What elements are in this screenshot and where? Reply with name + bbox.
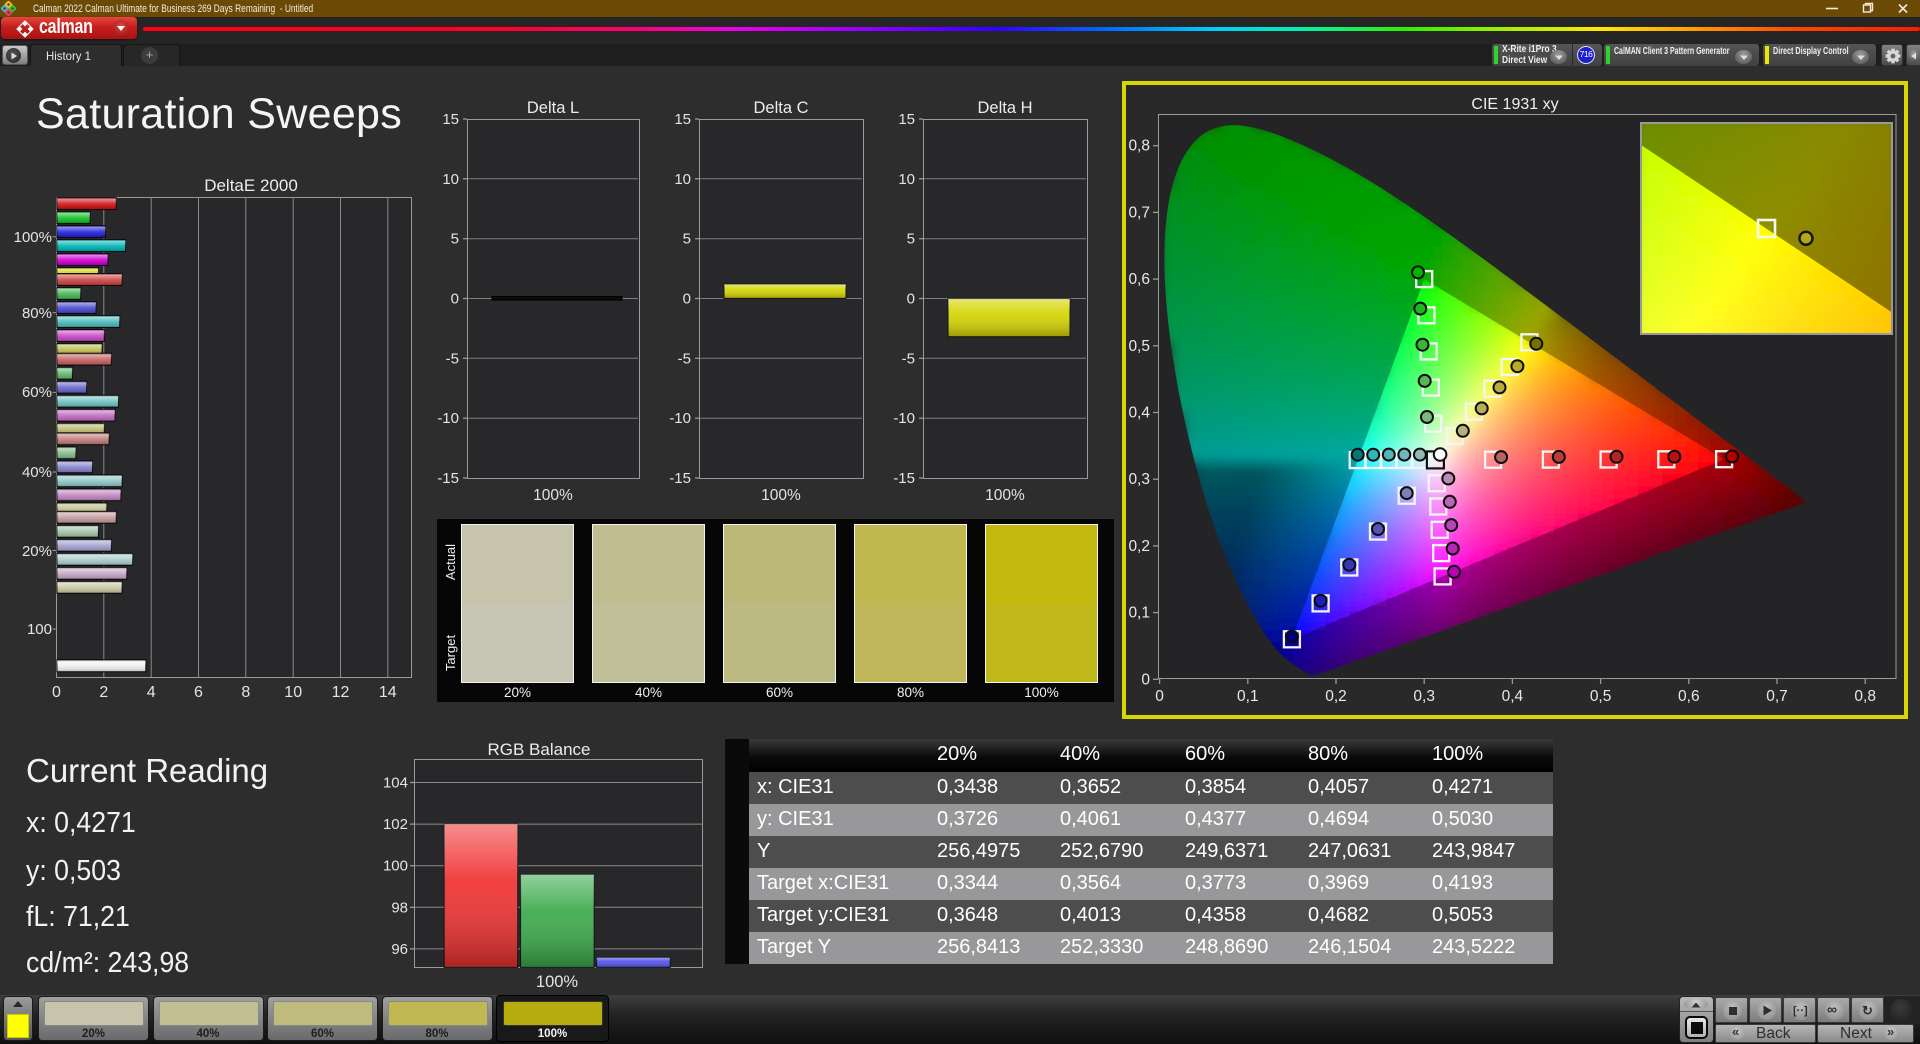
svg-text:-5: -5 bbox=[446, 350, 459, 367]
svg-text:5: 5 bbox=[683, 231, 691, 248]
svg-text:100%: 100% bbox=[14, 229, 52, 246]
svg-text:0: 0 bbox=[1141, 671, 1150, 688]
svg-text:10: 10 bbox=[674, 171, 691, 188]
svg-text:0,5: 0,5 bbox=[1590, 688, 1612, 705]
svg-text:0,3: 0,3 bbox=[1128, 471, 1150, 488]
svg-text:-5: -5 bbox=[902, 350, 915, 367]
svg-text:-10: -10 bbox=[893, 410, 915, 427]
svg-text:0,5: 0,5 bbox=[1128, 338, 1150, 355]
svg-text:15: 15 bbox=[674, 111, 691, 128]
svg-text:-5: -5 bbox=[678, 350, 691, 367]
svg-text:100: 100 bbox=[383, 858, 408, 875]
svg-text:0,8: 0,8 bbox=[1128, 138, 1150, 155]
svg-text:-10: -10 bbox=[669, 410, 691, 427]
svg-text:Delta C: Delta C bbox=[753, 99, 808, 117]
svg-text:0: 0 bbox=[451, 291, 459, 308]
svg-text:0,7: 0,7 bbox=[1766, 688, 1788, 705]
svg-text:12: 12 bbox=[332, 684, 350, 701]
svg-text:0,6: 0,6 bbox=[1128, 271, 1150, 288]
svg-text:0,6: 0,6 bbox=[1678, 688, 1700, 705]
svg-text:2: 2 bbox=[99, 684, 108, 701]
svg-text:-10: -10 bbox=[437, 410, 459, 427]
svg-text:10: 10 bbox=[442, 171, 459, 188]
svg-text:6: 6 bbox=[194, 684, 203, 701]
svg-text:15: 15 bbox=[898, 111, 915, 128]
svg-text:40%: 40% bbox=[22, 464, 52, 481]
svg-text:0: 0 bbox=[683, 291, 691, 308]
svg-text:0: 0 bbox=[52, 684, 61, 701]
svg-text:0: 0 bbox=[907, 291, 915, 308]
svg-text:0,2: 0,2 bbox=[1325, 688, 1347, 705]
svg-text:Delta L: Delta L bbox=[527, 99, 579, 117]
svg-text:98: 98 bbox=[391, 899, 408, 916]
svg-text:80%: 80% bbox=[22, 305, 52, 322]
svg-text:Delta H: Delta H bbox=[977, 99, 1032, 117]
svg-text:RGB Balance: RGB Balance bbox=[488, 740, 591, 759]
svg-text:100%: 100% bbox=[761, 487, 801, 504]
svg-text:0,7: 0,7 bbox=[1128, 204, 1150, 221]
svg-text:0,3: 0,3 bbox=[1413, 688, 1435, 705]
svg-text:DeltaE 2000: DeltaE 2000 bbox=[204, 176, 298, 195]
svg-text:96: 96 bbox=[391, 941, 408, 958]
svg-text:0,4: 0,4 bbox=[1502, 688, 1524, 705]
svg-text:20%: 20% bbox=[22, 543, 52, 560]
svg-text:4: 4 bbox=[147, 684, 156, 701]
svg-text:0,2: 0,2 bbox=[1128, 538, 1150, 555]
svg-text:60%: 60% bbox=[22, 384, 52, 401]
svg-text:8: 8 bbox=[241, 684, 250, 701]
svg-text:0,4: 0,4 bbox=[1128, 405, 1150, 422]
svg-text:-15: -15 bbox=[669, 470, 691, 487]
svg-text:0,1: 0,1 bbox=[1237, 688, 1259, 705]
svg-text:102: 102 bbox=[383, 816, 408, 833]
svg-text:10: 10 bbox=[898, 171, 915, 188]
svg-text:CIE 1931 xy: CIE 1931 xy bbox=[1471, 96, 1558, 113]
svg-text:15: 15 bbox=[442, 111, 459, 128]
svg-text:-15: -15 bbox=[437, 470, 459, 487]
svg-text:0,1: 0,1 bbox=[1128, 605, 1150, 622]
svg-text:100%: 100% bbox=[533, 487, 573, 504]
svg-text:14: 14 bbox=[379, 684, 397, 701]
svg-text:104: 104 bbox=[383, 775, 408, 792]
svg-text:100%: 100% bbox=[536, 973, 579, 991]
svg-text:100%: 100% bbox=[985, 487, 1025, 504]
svg-text:0,8: 0,8 bbox=[1854, 688, 1876, 705]
svg-text:0: 0 bbox=[1155, 688, 1164, 705]
svg-text:-15: -15 bbox=[893, 470, 915, 487]
svg-text:5: 5 bbox=[451, 231, 459, 248]
svg-text:100: 100 bbox=[27, 621, 52, 638]
svg-text:5: 5 bbox=[907, 231, 915, 248]
svg-text:10: 10 bbox=[284, 684, 302, 701]
